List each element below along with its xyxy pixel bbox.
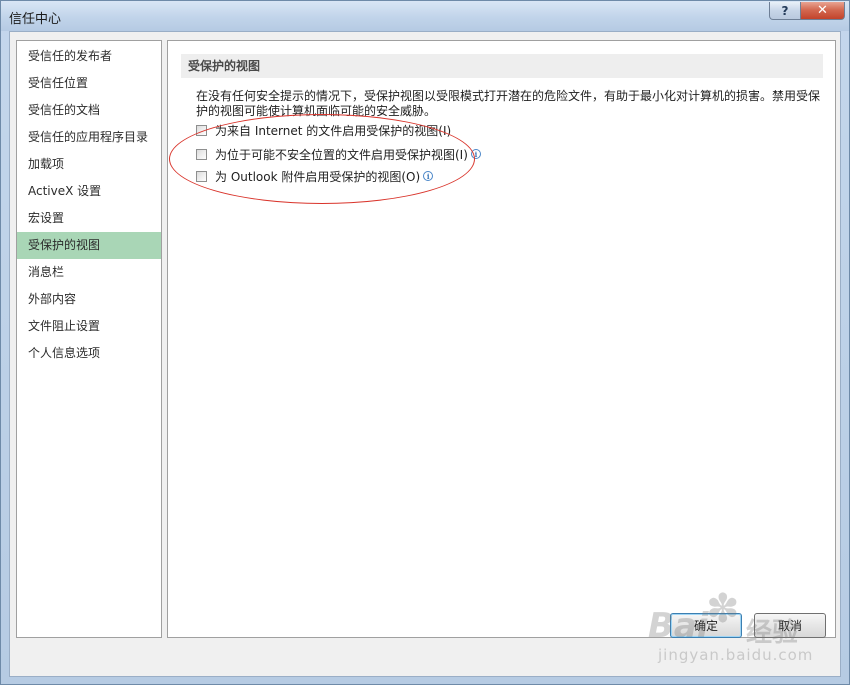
window-title: 信任中心 <box>9 12 62 27</box>
sidebar-nav: 受信任的发布者 受信任位置 受信任的文档 受信任的应用程序目录 加载项 Acti… <box>16 40 162 638</box>
trust-center-window: 信任中心 ? ✕ 受信任的发布者 受信任位置 受信任的文档 受信任的应用程序目录… <box>0 0 850 685</box>
sidebar-item-macro-settings[interactable]: 宏设置 <box>17 205 161 232</box>
sidebar-item-add-ins[interactable]: 加载项 <box>17 151 161 178</box>
close-button[interactable]: ✕ <box>800 2 845 20</box>
help-button[interactable]: ? <box>769 2 801 20</box>
sidebar-item-trusted-app-catalogs[interactable]: 受信任的应用程序目录 <box>17 124 161 151</box>
section-title: 受保护的视图 <box>181 54 823 78</box>
help-icon: ? <box>781 3 789 18</box>
sidebar-item-privacy-options[interactable]: 个人信息选项 <box>17 340 161 367</box>
close-icon: ✕ <box>817 3 828 18</box>
ok-button[interactable]: 确定 <box>670 613 742 638</box>
sidebar-item-activex-settings[interactable]: ActiveX 设置 <box>17 178 161 205</box>
sidebar-item-file-block-settings[interactable]: 文件阻止设置 <box>17 313 161 340</box>
sidebar-item-trusted-documents[interactable]: 受信任的文档 <box>17 97 161 124</box>
sidebar-item-external-content[interactable]: 外部内容 <box>17 286 161 313</box>
sidebar-item-trusted-locations[interactable]: 受信任位置 <box>17 70 161 97</box>
sidebar-item-protected-view[interactable]: 受保护的视图 <box>17 232 161 259</box>
sidebar-item-message-bar[interactable]: 消息栏 <box>17 259 161 286</box>
title-bar[interactable]: 信任中心 ? ✕ <box>1 1 849 31</box>
cancel-button[interactable]: 取消 <box>754 613 826 638</box>
sidebar-item-trusted-publishers[interactable]: 受信任的发布者 <box>17 43 161 70</box>
annotation-ellipse <box>169 114 475 204</box>
